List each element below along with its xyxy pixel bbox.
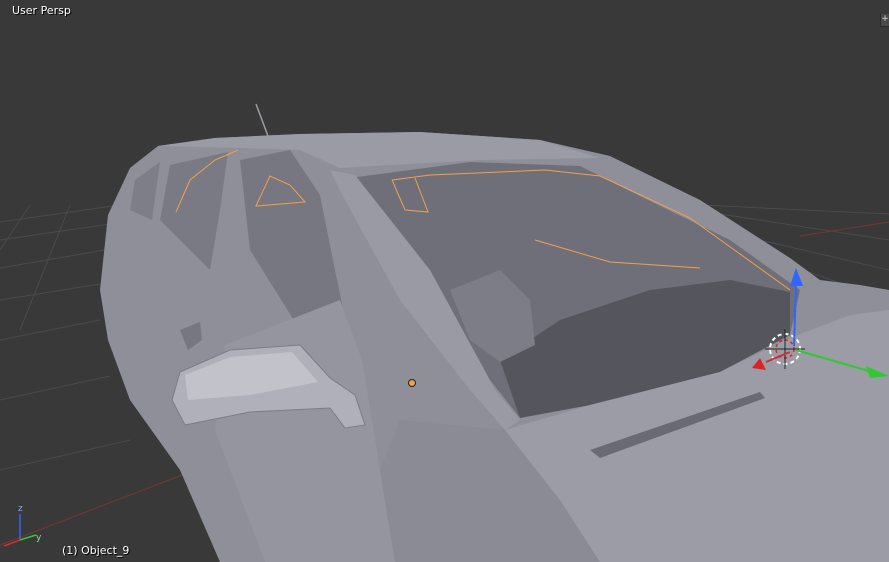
plus-icon: + xyxy=(881,14,889,24)
scene-canvas[interactable] xyxy=(0,0,889,562)
x-axis-line xyxy=(0,469,196,546)
axis-z-label: z xyxy=(18,504,23,514)
object-origin[interactable] xyxy=(408,379,416,387)
axis-y-label: y xyxy=(36,533,42,543)
x-axis-line-far xyxy=(799,221,889,237)
view-name-label: User Persp xyxy=(12,4,71,17)
3d-viewport[interactable]: User Persp (1) Object_9 z y + xyxy=(0,0,889,562)
region-split-widget[interactable]: + xyxy=(880,14,889,27)
car-model[interactable] xyxy=(100,132,889,562)
antenna xyxy=(255,103,269,137)
object-info-label: (1) Object_9 xyxy=(62,544,130,557)
